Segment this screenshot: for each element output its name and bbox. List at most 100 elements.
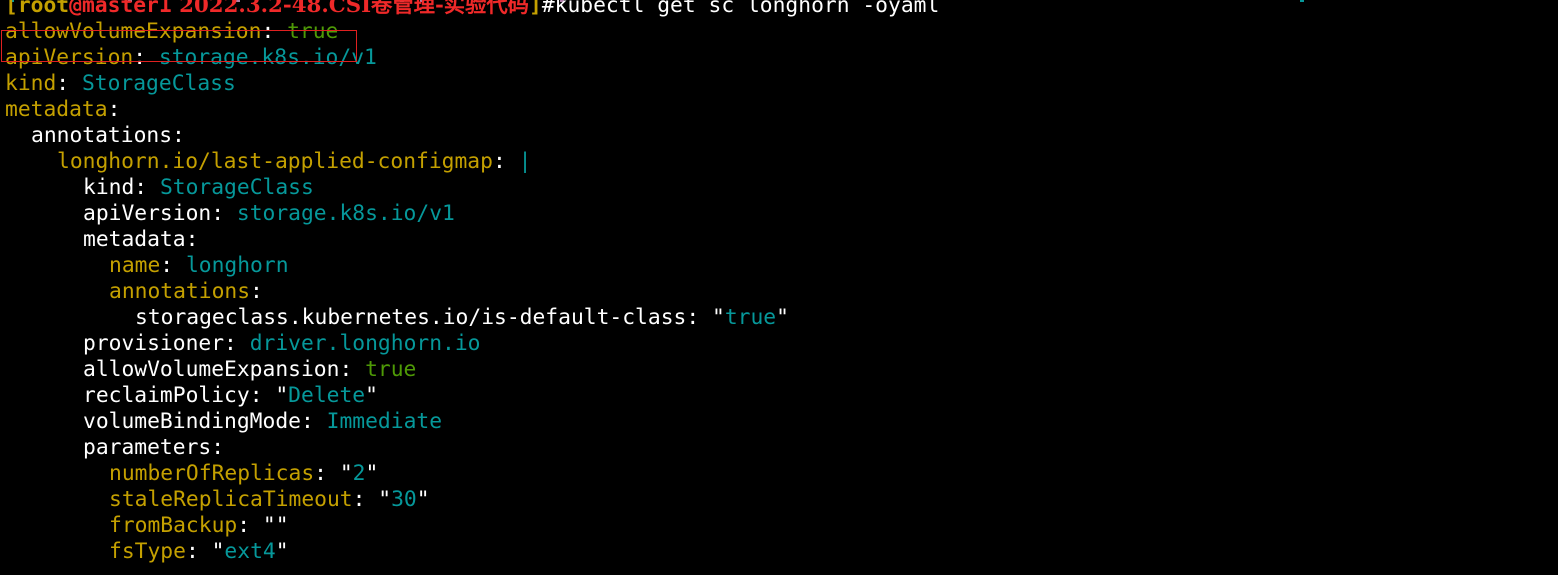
yaml-key: volumeBindingMode <box>83 409 301 434</box>
yaml-line-inner-name: name: longhorn <box>5 253 1558 279</box>
yaml-quote: " <box>339 461 353 486</box>
yaml-value: true <box>724 305 777 330</box>
yaml-value: StorageClass <box>159 175 314 200</box>
yaml-key: provisioner <box>83 331 225 356</box>
terminal-output[interactable]: [root@master1 2022.3.2-48.CSI卷管理-实验代码]#k… <box>5 0 1558 565</box>
yaml-key: parameters <box>83 435 212 460</box>
yaml-line-metadata: metadata: <box>5 97 1558 123</box>
command-text: kubectl get sc longhorn -oyaml <box>554 0 940 18</box>
yaml-line-parameters: parameters: <box>5 435 1558 461</box>
yaml-line-inner-metadata: metadata: <box>5 227 1558 253</box>
yaml-key: annotations <box>109 279 251 304</box>
yaml-line-inner-apiversion: apiVersion: storage.k8s.io/v1 <box>5 201 1558 227</box>
prompt-close-bracket: ] <box>528 0 542 18</box>
yaml-line-apiversion: apiVersion: storage.k8s.io/v1 <box>5 45 1558 71</box>
yaml-value: storage.k8s.io/v1 <box>158 45 377 70</box>
yaml-sep: : <box>160 253 186 278</box>
yaml-sep: : <box>261 19 288 44</box>
yaml-sep: : <box>339 357 366 382</box>
yaml-value: | <box>518 149 532 174</box>
yaml-key: longhorn.io/last-applied-configmap <box>57 149 493 174</box>
yaml-sep: : <box>250 279 263 304</box>
prompt-path: 2022.3.2-48.CSI卷管理-实验代码 <box>171 0 529 18</box>
yaml-quote: " <box>211 539 225 564</box>
yaml-key: fromBackup <box>109 513 238 538</box>
yaml-quote: " <box>275 383 289 408</box>
prompt-user: root <box>17 0 70 18</box>
yaml-key: allowVolumeExpansion <box>5 19 262 44</box>
yaml-line-inner-allowvolumeexpansion: allowVolumeExpansion: true <box>5 357 1558 383</box>
yaml-value: storage.k8s.io/v1 <box>236 201 455 226</box>
yaml-line-fstype: fsType: "ext4" <box>5 539 1558 565</box>
yaml-line-default-class: storageclass.kubernetes.io/is-default-cl… <box>5 305 1558 331</box>
prompt-line: [root@master1 2022.3.2-48.CSI卷管理-实验代码]#k… <box>5 0 1558 19</box>
yaml-line-kind: kind: StorageClass <box>5 71 1558 97</box>
yaml-sep: : <box>352 487 379 512</box>
yaml-value: true <box>365 357 417 382</box>
yaml-sep: : <box>211 201 237 226</box>
yaml-sep: : <box>172 123 185 148</box>
yaml-line-reclaimpolicy: reclaimPolicy: "Delete" <box>5 383 1558 409</box>
yaml-sep: : <box>249 383 276 408</box>
yaml-line-frombackup: fromBackup: "" <box>5 513 1558 539</box>
yaml-line-inner-annotations: annotations: <box>5 279 1558 305</box>
yaml-line-stalereplicatimeout: staleReplicaTimeout: "30" <box>5 487 1558 513</box>
yaml-sep: : <box>185 539 212 564</box>
yaml-sep: : <box>492 149 519 174</box>
yaml-sep: : <box>56 71 82 96</box>
yaml-sep: : <box>686 305 712 330</box>
yaml-quote: " <box>275 513 289 538</box>
yaml-key: apiVersion <box>83 201 212 226</box>
prompt-at: @ <box>69 0 82 18</box>
yaml-value: StorageClass <box>81 71 236 96</box>
yaml-sep: : <box>237 513 263 538</box>
yaml-line-configmap: longhorn.io/last-applied-configmap: | <box>5 149 1558 175</box>
yaml-key: kind <box>83 175 135 200</box>
yaml-key: fsType <box>109 539 186 564</box>
yaml-sep: : <box>185 227 199 252</box>
yaml-quote: " <box>275 539 289 564</box>
yaml-line-volumebindingmode: volumeBindingMode: Immediate <box>5 409 1558 435</box>
yaml-sep: : <box>211 435 225 460</box>
yaml-quote: " <box>378 487 392 512</box>
yaml-value: 30 <box>391 487 417 512</box>
yaml-value: ext4 <box>224 539 276 564</box>
yaml-sep: : <box>134 175 160 200</box>
prompt-host: master1 <box>81 0 172 18</box>
yaml-value: true <box>287 19 339 44</box>
yaml-quote: " <box>262 513 276 538</box>
yaml-key: name <box>109 253 161 278</box>
yaml-sep: : <box>107 97 121 122</box>
yaml-value: Delete <box>288 383 366 408</box>
yaml-value: driver.longhorn.io <box>249 331 481 356</box>
yaml-quote: " <box>416 487 430 512</box>
yaml-line-annotations: annotations: <box>5 123 1558 149</box>
yaml-sep: : <box>300 409 327 434</box>
yaml-line-provisioner: provisioner: driver.longhorn.io <box>5 331 1558 357</box>
yaml-value: Immediate <box>326 409 443 434</box>
yaml-key: numberOfReplicas <box>109 461 315 486</box>
yaml-key: annotations <box>31 123 173 148</box>
yaml-quote: " <box>776 305 789 330</box>
yaml-key: metadata <box>83 227 186 252</box>
yaml-key: allowVolumeExpansion <box>83 357 340 382</box>
yaml-value: 2 <box>352 461 366 486</box>
yaml-line-allowvolumeexpansion: allowVolumeExpansion: true <box>5 19 1558 45</box>
yaml-line-numberofreplicas: numberOfReplicas: "2" <box>5 461 1558 487</box>
yaml-quote: " <box>712 305 725 330</box>
yaml-key: metadata <box>5 97 108 122</box>
yaml-sep: : <box>133 45 159 70</box>
prompt-hash: # <box>541 0 555 18</box>
yaml-sep: : <box>224 331 250 356</box>
yaml-quote: " <box>365 383 378 408</box>
yaml-key: staleReplicaTimeout <box>109 487 353 512</box>
yaml-value: longhorn <box>185 253 289 278</box>
yaml-sep: : <box>314 461 340 486</box>
yaml-quote: " <box>365 461 379 486</box>
yaml-key: storageclass.kubernetes.io/is-default-cl… <box>135 305 687 330</box>
yaml-key: apiVersion <box>5 45 134 70</box>
prompt-open-bracket: [ <box>5 0 18 18</box>
yaml-line-inner-kind: kind: StorageClass <box>5 175 1558 201</box>
yaml-key: reclaimPolicy <box>83 383 250 408</box>
yaml-key: kind <box>5 71 57 96</box>
